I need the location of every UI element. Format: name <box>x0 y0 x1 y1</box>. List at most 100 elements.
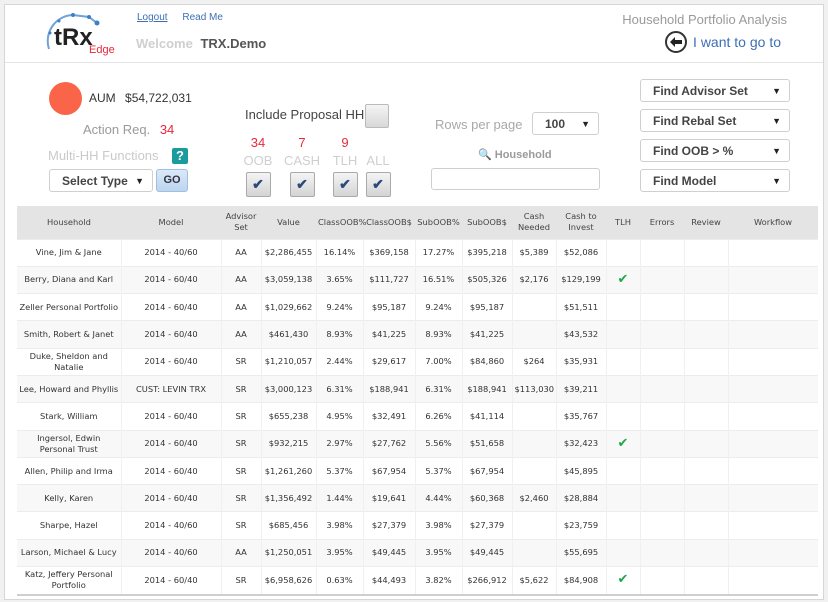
table-row[interactable]: Sharpe, Hazel 2014 - 40/60 SR $685,456 3.98%… <box>17 511 818 540</box>
filter-oob-checkbox[interactable]: ✔ <box>245 172 271 197</box>
model-cell: 2014 - 60/40 <box>120 402 221 431</box>
sub-oob-usd-cell: $95,187 <box>461 293 512 321</box>
column-header[interactable]: Value <box>261 206 316 239</box>
rows-per-page-value: 100 <box>545 116 566 131</box>
sub-oob-pct-cell: 4.44% <box>414 484 462 512</box>
dropdown-arrow-icon: ▼ <box>772 145 781 156</box>
household-search-input[interactable] <box>431 168 600 190</box>
svg-text:Edge: Edge <box>89 44 115 56</box>
checkmark-icon: ✔ <box>372 176 384 192</box>
tlh-cell: ✔ <box>605 429 640 458</box>
value-cell: $2,286,455 <box>260 238 316 267</box>
table-row[interactable]: Kelly, Karen 2014 - 60/40 SR $1,356,492 1.44… <box>17 484 818 512</box>
select-type-value: Select Type <box>62 173 128 188</box>
household-cell[interactable]: Larson, Michael & Lucy <box>17 538 121 567</box>
class-oob-usd-cell: $49,445 <box>362 538 415 567</box>
sub-oob-usd-cell: $266,912 <box>461 566 512 594</box>
table-row[interactable]: Allen, Philip and Irma 2014 - 60/40 SR $1,2… <box>17 456 818 485</box>
cash-needed-cell: $2,460 <box>511 484 556 512</box>
table-row[interactable]: Berry, Diana and Karl 2014 - 60/40 AA $3,05… <box>17 265 818 294</box>
column-header[interactable]: Errors <box>640 206 684 239</box>
value-cell: $932,215 <box>260 429 316 458</box>
household-cell[interactable]: Vine, Jim & Jane <box>17 238 121 267</box>
review-cell <box>683 320 728 349</box>
column-header[interactable]: TLH <box>606 206 640 239</box>
workflow-cell <box>727 538 818 567</box>
household-cell[interactable]: Sharpe, Hazel <box>17 511 121 540</box>
table-row[interactable]: Lee, Howard and Phyllis CUST: LEVIN TRX SR… <box>17 374 818 403</box>
column-header[interactable]: Household <box>17 206 121 239</box>
logout-link[interactable]: Logout <box>137 12 168 23</box>
column-header[interactable]: ClassOOB% <box>316 206 366 239</box>
filter-all-checkbox[interactable]: ✔ <box>365 172 391 197</box>
errors-cell <box>639 293 684 321</box>
action-required: Action Req. 34 <box>83 122 174 137</box>
tlh-cell <box>605 456 640 485</box>
household-cell[interactable]: Katz, Jeffery Personal Portfolio <box>17 566 121 594</box>
table-row[interactable]: Stark, William 2014 - 60/40 SR $655,238 4.95… <box>17 402 818 431</box>
filter-cash-checkbox[interactable]: ✔ <box>289 172 315 197</box>
table-row[interactable]: Vine, Jim & Jane 2014 - 40/60 AA $2,286,455… <box>17 238 818 267</box>
household-cell[interactable]: Allen, Philip and Irma <box>17 456 121 485</box>
cash-needed-cell: $113,030 <box>511 374 556 403</box>
tlh-cell <box>605 320 640 349</box>
cash-to-invest-cell: $52,086 <box>555 238 606 267</box>
find-rebal-set-dropdown[interactable]: Find Rebal Set ▼ <box>640 109 790 132</box>
checkmark-icon: ✔ <box>617 435 629 451</box>
table-row[interactable]: Katz, Jeffery Personal Portfolio 2014 - 6… <box>17 566 818 594</box>
household-cell[interactable]: Smith, Robert & Janet <box>17 320 121 349</box>
value-cell: $1,356,492 <box>260 484 316 512</box>
household-cell[interactable]: Duke, Sheldon and Natalie <box>17 347 121 376</box>
review-cell <box>683 402 728 431</box>
cash-needed-cell: $2,176 <box>511 265 556 294</box>
i-want-to-go-to-button[interactable]: I want to go to <box>665 31 781 53</box>
select-type-dropdown[interactable]: Select Type ▼ <box>49 169 153 192</box>
column-header[interactable]: SubOOB$ <box>462 206 512 239</box>
find-advisor-set-dropdown[interactable]: Find Advisor Set ▼ <box>640 79 790 102</box>
find-oob-dropdown[interactable]: Find OOB > % ▼ <box>640 139 790 162</box>
column-header[interactable]: Review <box>684 206 728 239</box>
go-button[interactable]: GO <box>156 169 188 192</box>
table-row[interactable]: Larson, Michael & Lucy 2014 - 40/60 AA $1,2… <box>17 538 818 567</box>
household-cell[interactable]: Stark, William <box>17 402 121 431</box>
dropdown-arrow-icon: ▼ <box>772 175 781 186</box>
tlh-cell: ✔ <box>605 566 640 594</box>
workflow-cell <box>727 265 818 294</box>
household-cell[interactable]: Kelly, Karen <box>17 484 121 512</box>
table-row[interactable]: Ingersol, Edwin Personal Trust 2014 - 60/… <box>17 429 818 458</box>
column-header[interactable]: Advisor Set <box>221 206 261 239</box>
include-proposal-checkbox[interactable] <box>365 104 389 128</box>
filter-tlh-checkbox[interactable]: ✔ <box>332 172 358 197</box>
filter-cash-label: CASH <box>283 153 321 168</box>
read-me-link[interactable]: Read Me <box>182 12 223 23</box>
column-header[interactable]: Cash Needed <box>512 206 556 239</box>
find-model-dropdown[interactable]: Find Model ▼ <box>640 169 790 192</box>
advisor-set-cell: AA <box>220 538 261 567</box>
review-cell <box>683 347 728 376</box>
value-cell: $1,210,057 <box>260 347 316 376</box>
table-row[interactable]: Duke, Sheldon and Natalie 2014 - 60/40 SR $… <box>17 347 818 376</box>
errors-cell <box>639 320 684 349</box>
table-row[interactable]: Zeller Personal Portfolio 2014 - 60/40 AA $… <box>17 293 818 321</box>
tlh-cell <box>605 484 640 512</box>
sub-oob-usd-cell: $49,445 <box>461 538 512 567</box>
column-header[interactable]: Cash to Invest <box>556 206 606 239</box>
advisor-set-cell: AA <box>220 320 261 349</box>
column-header[interactable]: ClassOOB$ <box>363 206 415 239</box>
household-cell[interactable]: Ingersol, Edwin Personal Trust <box>17 429 121 458</box>
column-header[interactable]: Workflow <box>728 206 818 239</box>
model-cell: 2014 - 60/40 <box>120 484 221 512</box>
class-oob-pct-cell: 5.37% <box>315 456 363 485</box>
household-cell[interactable]: Berry, Diana and Karl <box>17 265 121 294</box>
table-row[interactable]: Smith, Robert & Janet 2014 - 60/40 AA $461,… <box>17 320 818 349</box>
help-icon[interactable]: ? <box>172 148 188 164</box>
household-cell[interactable]: Lee, Howard and Phyllis <box>17 374 121 403</box>
svg-text:tRx: tRx <box>54 24 93 51</box>
household-cell[interactable]: Zeller Personal Portfolio <box>17 293 121 321</box>
sub-oob-usd-cell: $51,658 <box>461 429 512 458</box>
rows-per-page-select[interactable]: 100 ▼ <box>532 112 599 135</box>
household-search-text: Household <box>494 149 552 161</box>
value-cell: $3,000,123 <box>260 374 316 403</box>
column-header[interactable]: SubOOB% <box>415 206 462 239</box>
column-header[interactable]: Model <box>121 206 221 239</box>
